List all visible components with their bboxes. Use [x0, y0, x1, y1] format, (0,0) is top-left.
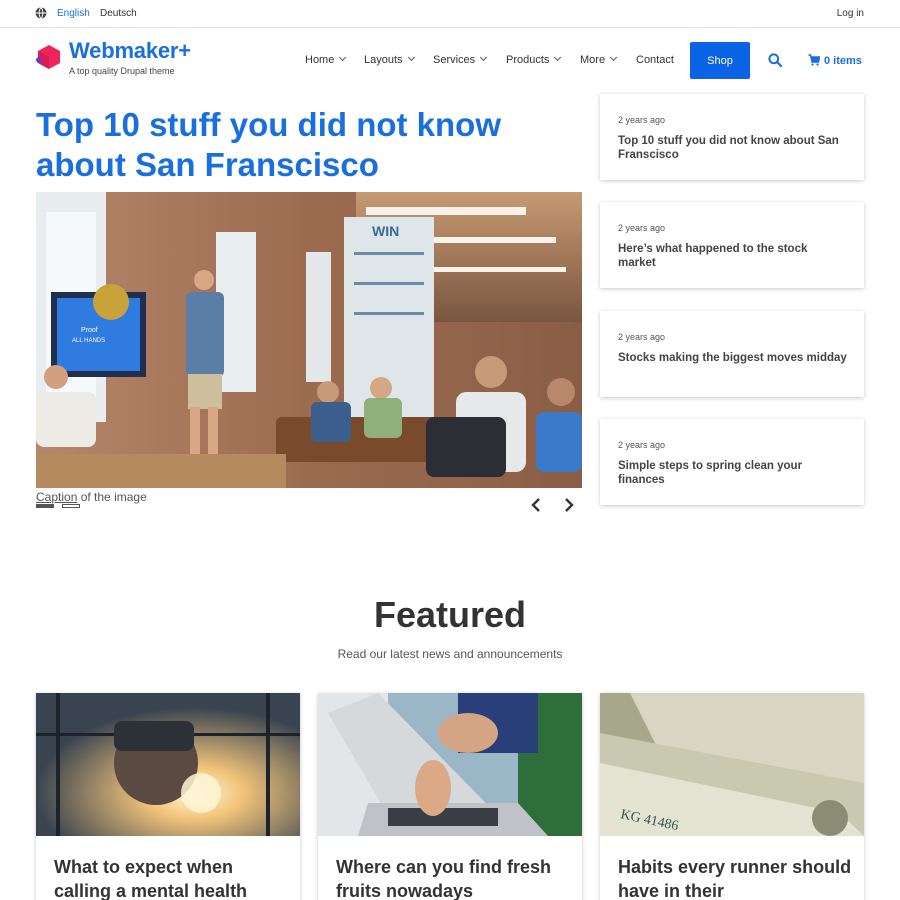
login-link[interactable]: Log in: [837, 8, 864, 19]
hero-image: WIN Proof ALL HANDS: [36, 192, 582, 488]
article-date: 2 years ago: [618, 332, 666, 342]
side-article-card[interactable]: 2 years ago Stocks making the biggest mo…: [600, 311, 864, 397]
featured-card[interactable]: KG 41486 Habits every runner should have…: [600, 693, 864, 900]
featured-card-title[interactable]: What to expect when calling a mental hea…: [54, 855, 289, 900]
chevron-down-icon: [610, 53, 618, 62]
nav-item-contact[interactable]: Contact: [636, 54, 674, 66]
search-icon[interactable]: [768, 53, 782, 67]
featured-card[interactable]: Where can you find fresh fruits nowadays: [318, 693, 582, 900]
hero-title[interactable]: Top 10 stuff you did not know about San …: [36, 105, 576, 185]
nav-item-services[interactable]: Services: [433, 53, 488, 66]
nav-item-home[interactable]: Home: [305, 53, 347, 66]
carousel-next-arrow-icon[interactable]: [562, 498, 576, 512]
featured-heading: Featured: [373, 594, 527, 635]
featured-card-title[interactable]: Where can you find fresh fruits nowadays: [336, 855, 571, 900]
svg-text:Proof: Proof: [81, 327, 98, 334]
site-brand[interactable]: Webmaker+: [69, 38, 191, 64]
carousel-indicator-2[interactable]: [62, 504, 80, 508]
chevron-down-icon: [339, 53, 347, 62]
featured-card-title[interactable]: Habits every runner should have in their: [618, 855, 853, 900]
side-article-card[interactable]: 2 years ago Top 10 stuff you did not kno…: [600, 94, 864, 180]
featured-card-image: [36, 693, 300, 836]
carousel-indicator-1[interactable]: [36, 504, 54, 508]
image-caption: Caption of the image: [36, 490, 147, 504]
article-date: 2 years ago: [618, 223, 666, 233]
article-title[interactable]: Here’s what happened to the stock market: [618, 242, 848, 270]
featured-card-image: [318, 693, 582, 836]
top-bar: English Deutsch Log in: [0, 0, 900, 28]
chevron-down-icon: [554, 53, 562, 62]
globe-icon: [35, 7, 47, 19]
nav-item-layouts[interactable]: Layouts: [364, 53, 415, 66]
nav-item-more[interactable]: More: [580, 53, 618, 66]
nav-item-products[interactable]: Products: [506, 53, 562, 66]
featured-subheading: Read our latest news and announcements: [337, 647, 563, 661]
shop-button[interactable]: Shop: [690, 42, 750, 79]
side-article-card[interactable]: 2 years ago Simple steps to spring clean…: [600, 419, 864, 505]
chevron-down-icon: [480, 53, 488, 62]
cart-link[interactable]: 0 items: [808, 54, 862, 67]
cart-count: 0 items: [824, 55, 862, 67]
article-title[interactable]: Top 10 stuff you did not know about San …: [618, 134, 848, 162]
featured-card[interactable]: What to expect when calling a mental hea…: [36, 693, 300, 900]
site-tagline: A top quality Drupal theme: [69, 66, 175, 76]
cart-icon: [808, 54, 821, 66]
svg-text:ALL HANDS: ALL HANDS: [72, 338, 105, 344]
side-article-card[interactable]: 2 years ago Here’s what happened to the …: [600, 202, 864, 288]
article-date: 2 years ago: [618, 440, 666, 450]
language-link-deutsch[interactable]: Deutsch: [100, 8, 137, 19]
carousel-prev-arrow-icon[interactable]: [529, 498, 543, 512]
chevron-down-icon: [407, 53, 415, 62]
svg-text:WIN: WIN: [372, 223, 399, 239]
article-title[interactable]: Stocks making the biggest moves midday: [618, 351, 848, 365]
logo-hexagon-icon[interactable]: [36, 44, 62, 70]
article-title[interactable]: Simple steps to spring clean your financ…: [618, 459, 848, 487]
language-link-english[interactable]: English: [57, 8, 90, 19]
featured-card-image: KG 41486: [600, 693, 864, 836]
article-date: 2 years ago: [618, 115, 666, 125]
